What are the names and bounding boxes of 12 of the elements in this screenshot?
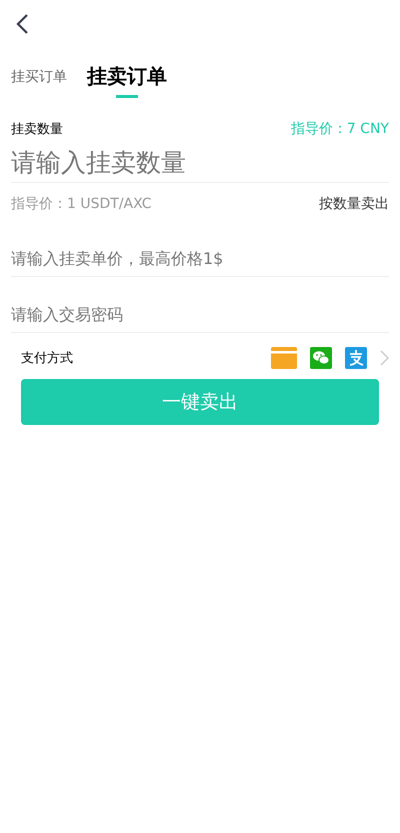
tab[interactable]: 挂买订单 [11, 68, 67, 98]
quantity-label: 挂卖数量 [11, 121, 63, 138]
chat-bubbles-icon[interactable] [310, 347, 332, 369]
sell-by-quantity-link[interactable]: 按数量卖出 [319, 195, 389, 213]
rate-text: 指导价：1 USDT/AXC [11, 195, 152, 213]
tab[interactable]: 挂卖订单 [87, 63, 167, 98]
payment-app-icon[interactable] [345, 347, 367, 369]
back-icon[interactable] [15, 13, 29, 35]
card-icon[interactable] [271, 347, 297, 369]
guide-price: 指导价：7 CNY [290, 120, 389, 138]
payment-method-label: 支付方式 [21, 350, 73, 367]
chevron-right-icon[interactable] [380, 350, 389, 366]
